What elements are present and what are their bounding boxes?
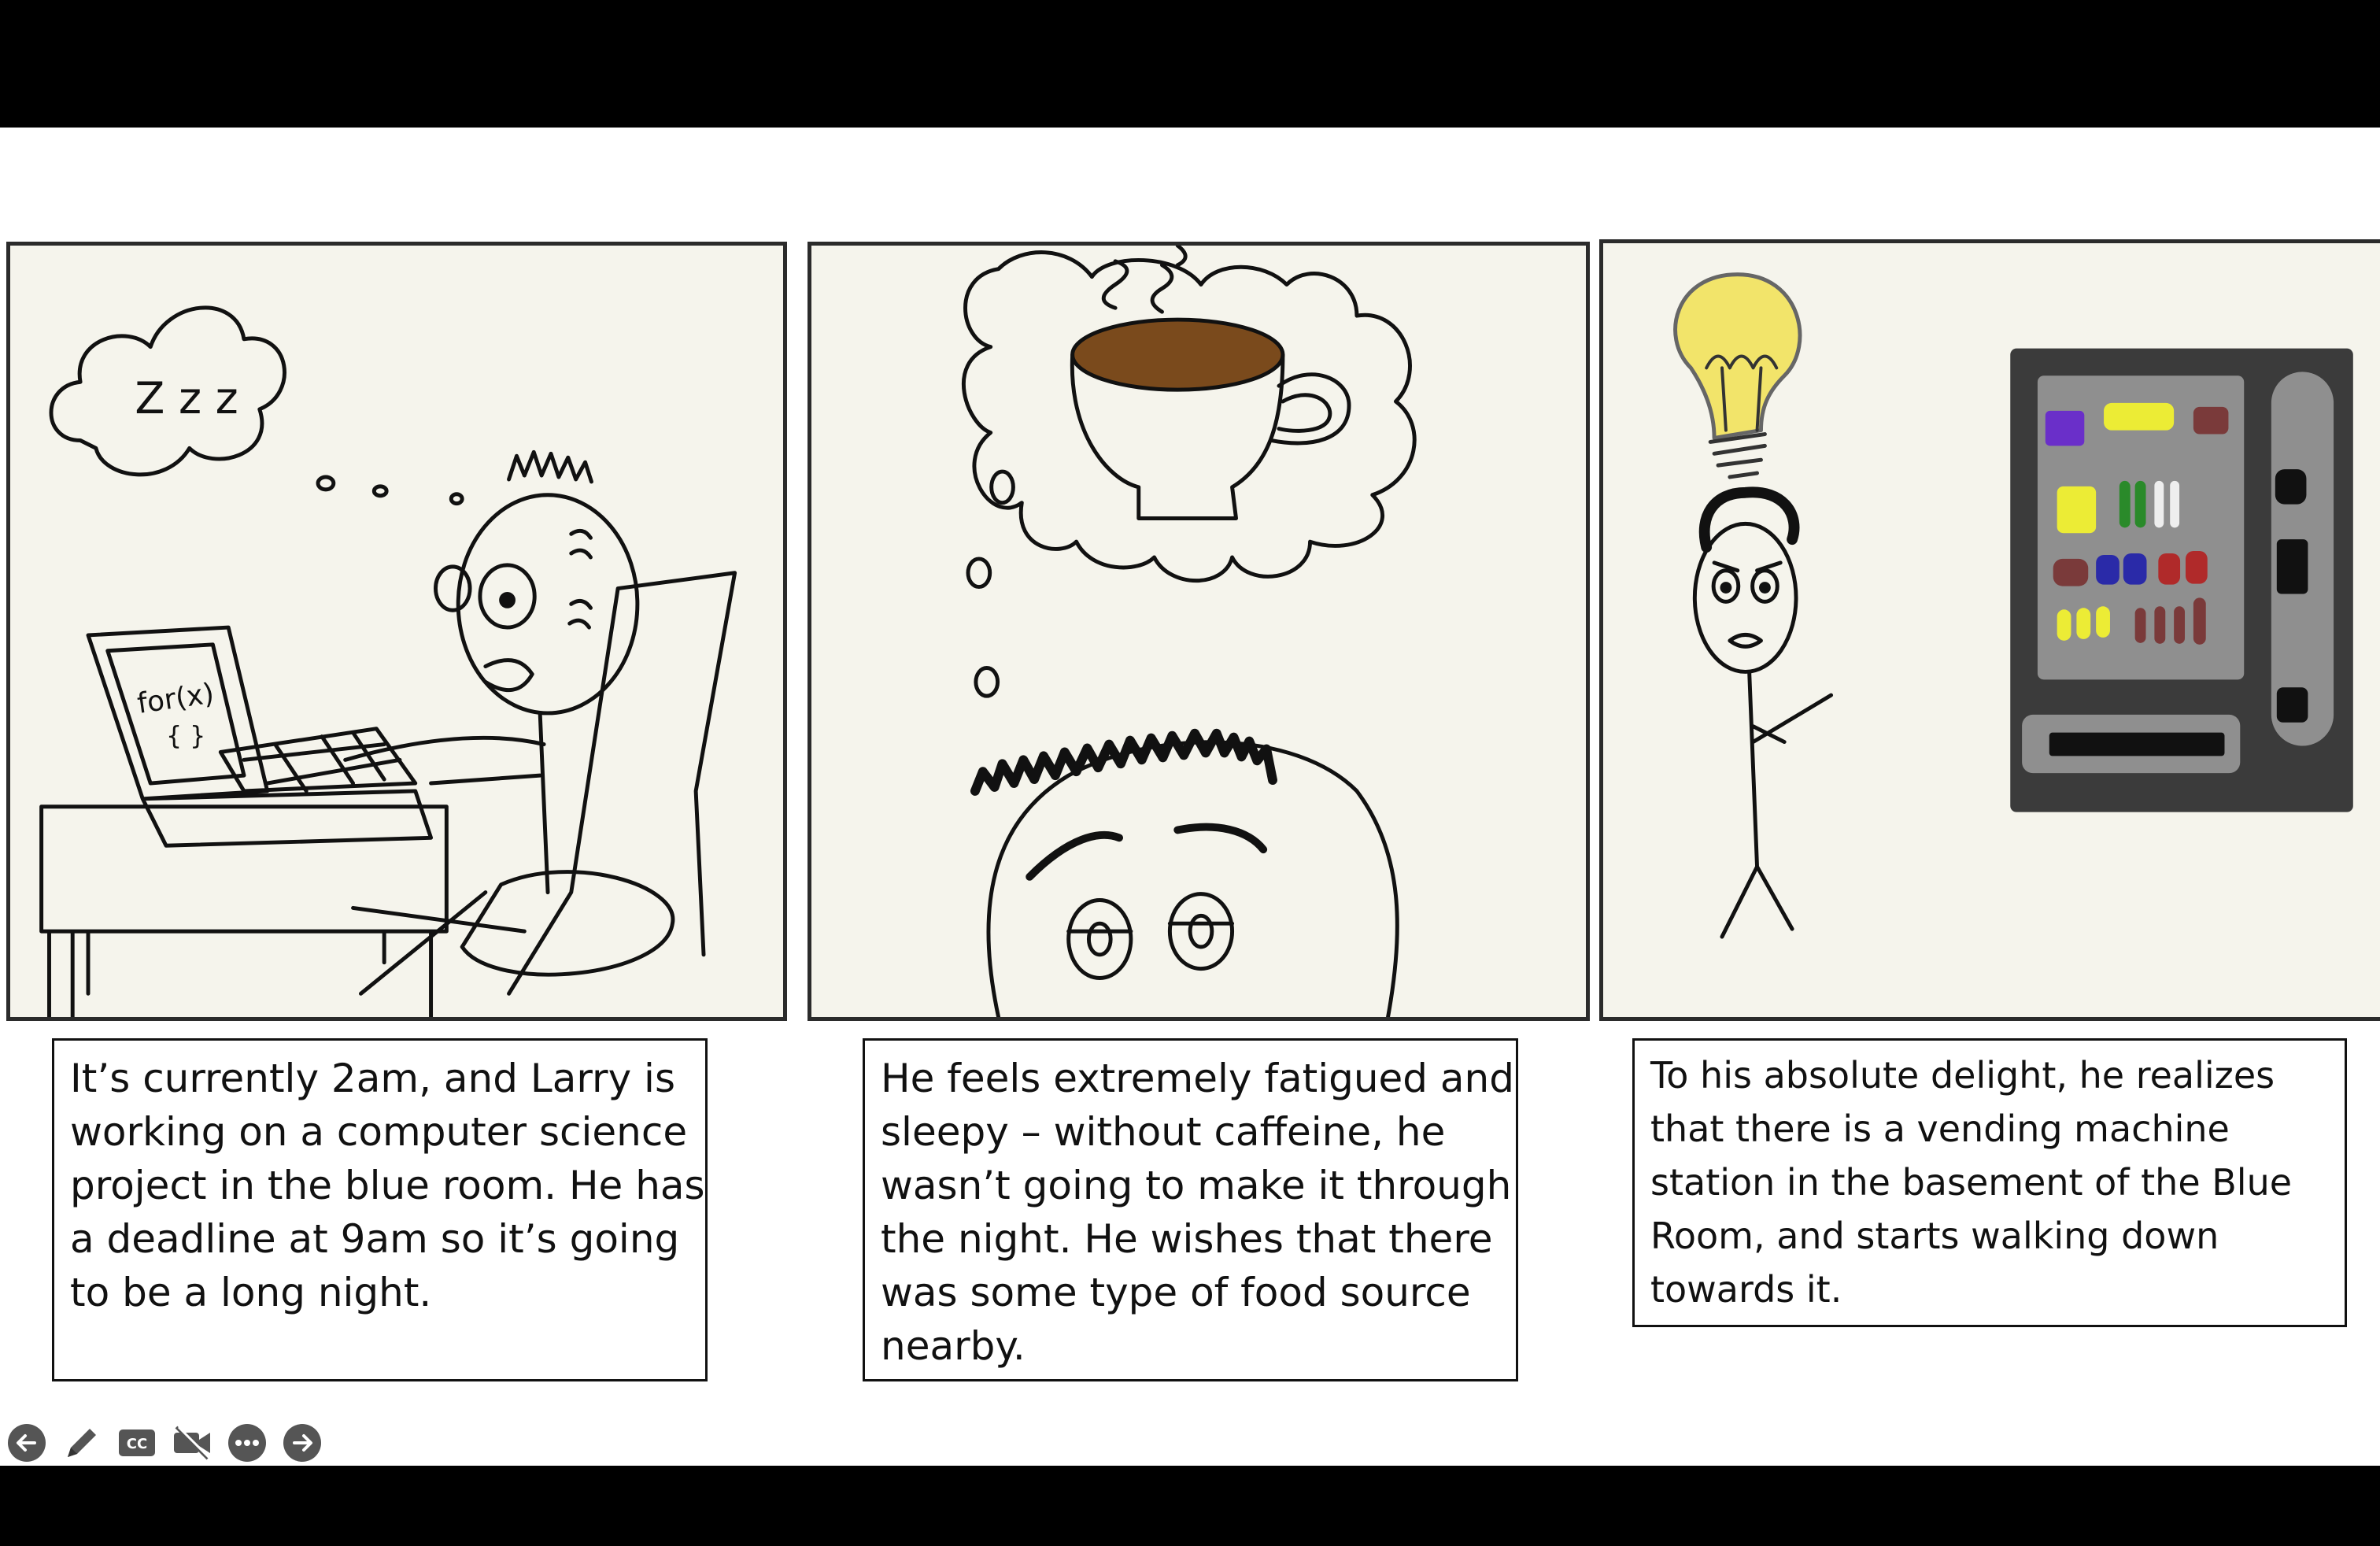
- previous-slide-icon: [8, 1424, 46, 1462]
- vending-machine: [2010, 348, 2353, 812]
- cc-label: CC: [127, 1436, 147, 1452]
- next-slide-button[interactable]: [280, 1421, 324, 1465]
- video-off-icon: [174, 1426, 212, 1460]
- laptop-braces-text: { }: [166, 723, 205, 751]
- sleepy-head: [986, 740, 1399, 1017]
- more-options-icon: [228, 1424, 266, 1462]
- caption-panel-1: It’s currently 2am, and Larry is working…: [52, 1038, 708, 1381]
- laptop: [86, 625, 434, 848]
- caption-text: To his absolute delight, he realizes tha…: [1650, 1054, 2293, 1311]
- snore-text: Z z z: [135, 374, 238, 424]
- panel-3-drawing: [1673, 272, 2353, 939]
- panel-2-drawing: [961, 246, 1417, 1017]
- panel-1-drawing: Z z z for(x) { }: [39, 305, 737, 1017]
- closed-captions-button[interactable]: CC: [115, 1421, 159, 1465]
- left-eye: [1066, 898, 1133, 980]
- closed-captions-icon: CC: [119, 1429, 155, 1456]
- caption-panel-3: To his absolute delight, he realizes tha…: [1632, 1038, 2347, 1327]
- next-slide-icon: [283, 1424, 321, 1462]
- hair: [970, 728, 1277, 796]
- laptop-code-text: for(x): [135, 678, 216, 720]
- right-eye: [1167, 892, 1235, 971]
- comic-panel-1: Z z z for(x) { }: [6, 242, 787, 1021]
- caption-panel-2: He feels extremely fatigued and sleepy –…: [863, 1038, 1518, 1381]
- previous-slide-button[interactable]: [5, 1421, 49, 1465]
- presentation-toolbar: CC: [5, 1421, 324, 1465]
- comic-panel-3: [1599, 239, 2380, 1021]
- slide: Z z z for(x) { } It’s currently 2am, and…: [0, 128, 2380, 1466]
- pen-button[interactable]: [60, 1421, 104, 1465]
- stick-figure-body: [1720, 669, 1834, 939]
- stick-figure-head: [1692, 521, 1798, 674]
- caption-text: It’s currently 2am, and Larry is working…: [70, 1056, 705, 1315]
- video-off-button[interactable]: [170, 1421, 214, 1465]
- caption-text: He feels extremely fatigued and sleepy –…: [881, 1056, 1514, 1369]
- pen-icon: [68, 1429, 96, 1457]
- coffee-surface: [1070, 317, 1285, 392]
- hair: [1698, 486, 1800, 553]
- more-options-button[interactable]: [225, 1421, 269, 1465]
- comic-panel-2: [808, 242, 1590, 1021]
